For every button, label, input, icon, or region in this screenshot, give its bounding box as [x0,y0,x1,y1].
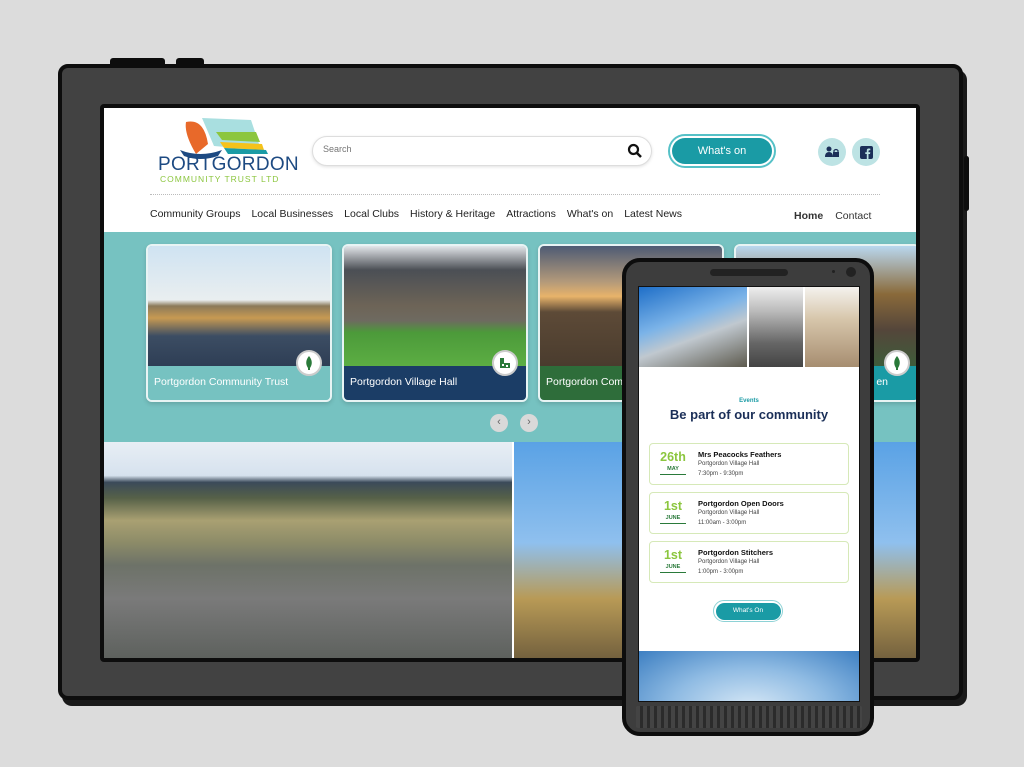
search-icon[interactable] [627,143,643,159]
carousel-next-button[interactable]: › [520,414,538,432]
logo-tagline: COMMUNITY TRUST LTD [160,174,280,184]
secondary-nav: Home Contact [794,210,871,222]
nav-home[interactable]: Home [794,210,823,222]
event-location: Portgordon Village Hall [698,461,760,467]
phone-screen: Events Be part of our community 26th MAY… [638,286,860,702]
phone-camera [846,267,856,277]
nav-community-groups[interactable]: Community Groups [150,208,240,220]
search-input[interactable] [323,144,613,154]
carousel-card[interactable]: Portgordon Village Hall [342,244,528,402]
nav-whats-on[interactable]: What's on [567,208,613,220]
tablet-side-button [964,156,969,211]
event-time: 11:00am - 3:00pm [698,520,747,526]
tree-icon [306,356,312,370]
account-button[interactable] [818,138,846,166]
phone-sensor [832,270,835,273]
event-day: 1st [663,499,683,513]
nav-attractions[interactable]: Attractions [506,208,556,220]
event-card[interactable]: 1st JUNE Portgordon Open Doors Portgordo… [649,492,849,534]
tree-icon [894,356,900,370]
phone-speaker [710,269,788,276]
event-location: Portgordon Village Hall [698,559,760,565]
event-month: JUNE [660,515,686,524]
facebook-icon [859,145,873,159]
event-name: Mrs Peacocks Feathers [698,450,782,459]
event-name: Portgordon Open Doors [698,499,784,508]
logo-name: PORTGORDON [158,154,299,175]
card-badge [492,350,518,376]
event-month: JUNE [660,564,686,573]
phone-grille [636,706,862,728]
chevron-left-icon: ‹ [497,416,501,428]
nav-latest-news[interactable]: Latest News [624,208,682,220]
event-time: 7:30pm - 9:30pm [698,471,744,477]
event-day: 1st [663,548,683,562]
event-card[interactable]: 1st JUNE Portgordon Stitchers Portgordon… [649,541,849,583]
mobile-whats-on-label: What's On [715,602,781,620]
whats-on-button[interactable]: What's on [668,134,776,168]
events-kicker: Events [739,398,759,404]
village-aerial-image [104,442,512,658]
mobile-whats-on-button[interactable]: What's On [713,600,783,622]
nav-local-clubs[interactable]: Local Clubs [344,208,399,220]
events-title: Be part of our community [669,407,829,422]
polytunnel-interior-photo [639,651,859,701]
event-day: 26th [660,450,686,464]
event-card[interactable]: 26th MAY Mrs Peacocks Feathers Portgordo… [649,443,849,485]
card-badge [296,350,322,376]
site-header: PORTGORDON COMMUNITY TRUST LTD What's on… [104,108,916,232]
nav-history-heritage[interactable]: History & Heritage [410,208,495,220]
carousel-card[interactable]: Portgordon Community Trust [146,244,332,402]
polytunnel-photo [639,287,747,367]
nav-contact[interactable]: Contact [835,210,871,222]
header-divider [150,194,880,195]
rope-photo [805,287,859,367]
event-name: Portgordon Stitchers [698,548,774,557]
user-lock-icon [825,146,839,157]
card-image [344,246,526,366]
chevron-right-icon: › [527,416,531,428]
card-image [148,246,330,366]
event-month: MAY [660,466,686,475]
facebook-button[interactable] [852,138,880,166]
main-nav: Community Groups Local Businesses Local … [150,208,682,220]
mockup-stage: PORTGORDON COMMUNITY TRUST LTD What's on… [0,0,1024,767]
event-time: 1:00pm - 3:00pm [698,569,744,575]
event-location: Portgordon Village Hall [698,510,760,516]
nav-local-businesses[interactable]: Local Businesses [251,208,333,220]
search-bar[interactable] [312,136,652,166]
card-badge [884,350,910,376]
whats-on-label: What's on [672,138,772,164]
historic-photo [749,287,803,367]
carousel-prev-button[interactable]: ‹ [490,414,508,432]
building-icon [500,358,510,368]
